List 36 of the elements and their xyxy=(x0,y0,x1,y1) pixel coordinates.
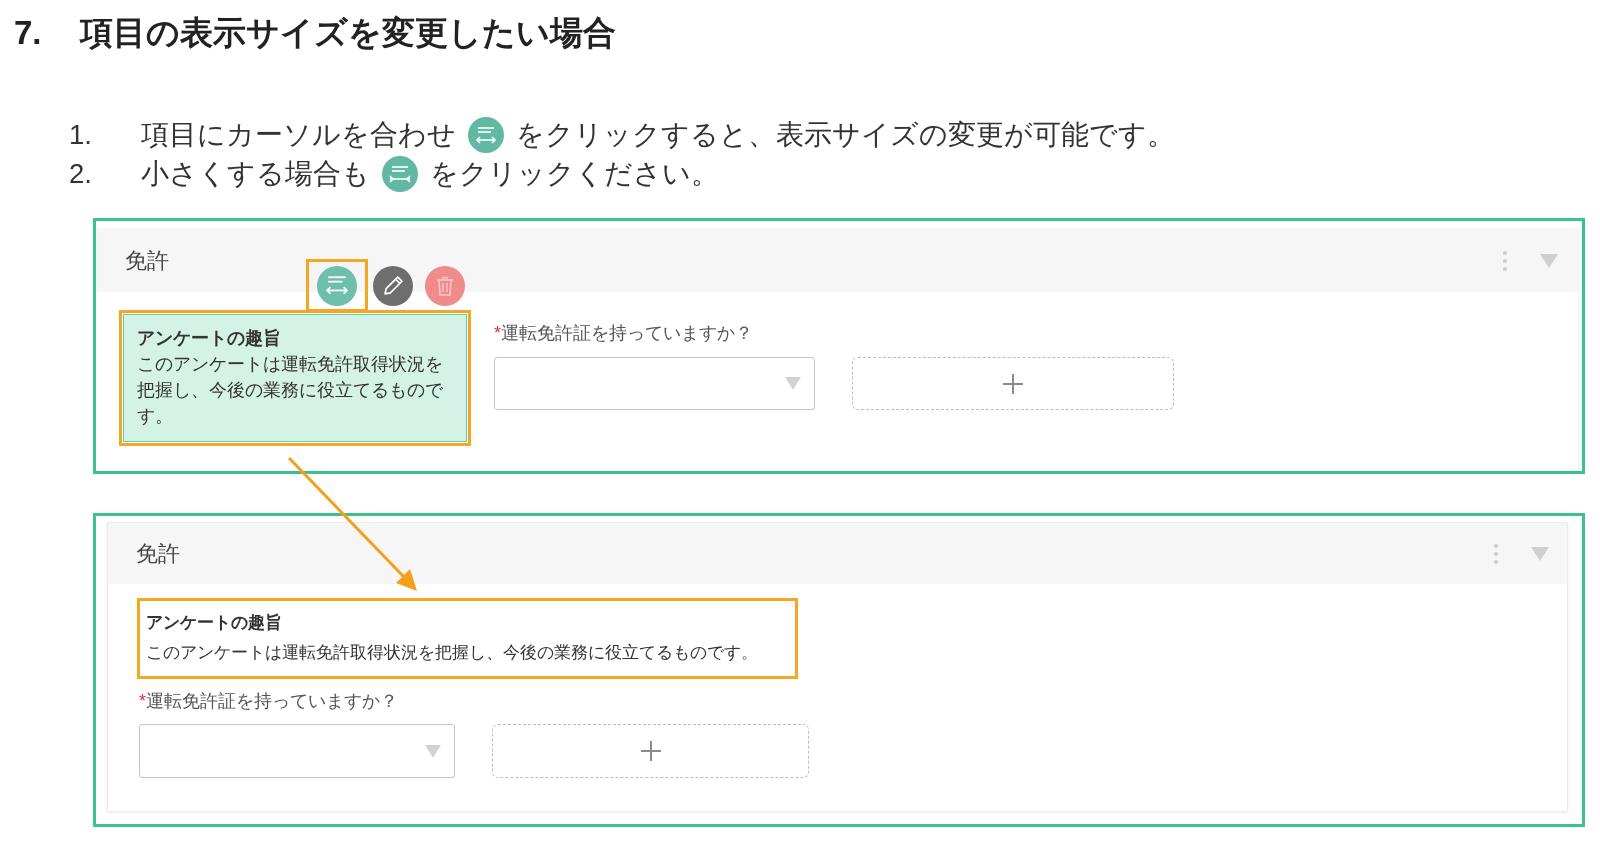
section-number: 7. xyxy=(14,13,43,54)
required-mark: * xyxy=(139,690,146,713)
shrink-width-icon xyxy=(382,155,418,192)
more-vertical-icon[interactable] xyxy=(1494,543,1498,564)
description-text: このアンケートは運転免許取得状況を把握し、今後の業務に役立てるものです。 xyxy=(137,353,444,428)
description-text: このアンケートは運転免許取得状況を把握し、今後の業務に役立てるものです。 xyxy=(146,642,759,664)
step-text: をクリックすると、表示サイズの変更が可能です。 xyxy=(516,117,1175,152)
step-number: 1. xyxy=(69,117,93,152)
step-text: 小さくする場合も xyxy=(141,156,370,191)
select-field[interactable] xyxy=(139,724,455,778)
section-heading: 項目の表示サイズを変更したい場合 xyxy=(80,13,616,54)
caret-icon xyxy=(425,744,441,758)
step-number: 2. xyxy=(69,156,93,191)
plus-icon xyxy=(640,741,661,761)
description-title: アンケートの趣旨 xyxy=(146,612,283,634)
step-text: 項目にカーソルを合わせ xyxy=(141,117,456,152)
caret-icon[interactable] xyxy=(1540,253,1558,268)
required-mark: * xyxy=(494,322,501,345)
caret-icon[interactable] xyxy=(1531,546,1549,561)
question-label: 運転免許証を持っていますか？ xyxy=(501,322,753,345)
question-label: 運転免許証を持っていますか？ xyxy=(146,690,398,713)
expand-width-icon xyxy=(468,116,504,153)
plus-icon xyxy=(1003,373,1023,394)
trash-icon xyxy=(437,275,453,296)
add-field-button[interactable] xyxy=(852,357,1174,410)
panel-title: 免許 xyxy=(136,540,180,568)
description-title: アンケートの趣旨 xyxy=(137,327,282,350)
more-vertical-icon[interactable] xyxy=(1503,250,1507,271)
step-text: をクリックください。 xyxy=(430,156,719,191)
add-field-button[interactable] xyxy=(492,724,809,778)
select-field[interactable] xyxy=(494,357,815,410)
expand-width-icon xyxy=(326,276,348,295)
pencil-icon xyxy=(383,276,403,295)
caret-icon xyxy=(785,377,801,390)
panel-title: 免許 xyxy=(125,247,169,275)
description-card[interactable]: アンケートの趣旨 このアンケートは運転免許取得状況を把握し、今後の業務に役立てるものです。 xyxy=(123,314,467,442)
